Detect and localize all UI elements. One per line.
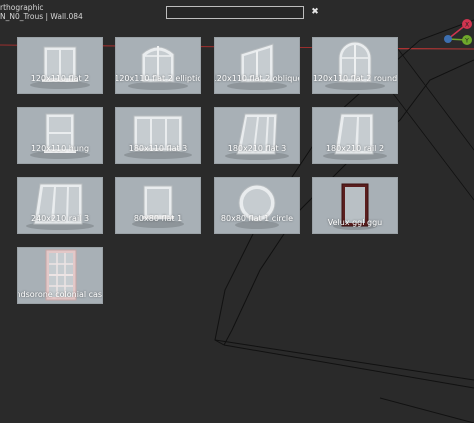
library-item-120x110-flat-2-oblique[interactable]: 120x110 flat 2 oblique	[214, 37, 300, 94]
search-field[interactable]	[166, 6, 306, 19]
library-item-label: 120x110 flat 2 elliptic	[115, 74, 201, 83]
3d-viewport[interactable]: rthographic N_N0_Trous | Wall.084 ✖ X Y …	[0, 0, 474, 423]
library-item-120x110-flat-2[interactable]: 120x110 flat 2	[17, 37, 103, 94]
library-item-180x210-flat-3[interactable]: 180x210 flat 3	[214, 107, 300, 164]
library-item-label: 120x110 hung	[30, 144, 90, 153]
library-item-80x80-flat-1[interactable]: 80x80 flat 1	[115, 177, 201, 234]
window-flat-2-oblique-icon	[227, 43, 287, 90]
library-item-label: 180x210 rail 2	[325, 144, 385, 153]
library-item-label: 120x110 flat 2	[30, 74, 90, 83]
library-item-label: 180x110 flat 3	[128, 144, 188, 153]
library-item-label: 80x80 flat 1 circle	[220, 214, 294, 223]
library-item-label: 120x110 flat 2 oblique	[214, 74, 300, 83]
library-item-label: 240x210 rail 3	[30, 214, 90, 223]
library-item-120x110-flat-2-round[interactable]: 120x110 flat 2 round	[312, 37, 398, 94]
library-item-label: 80x80 flat 1	[133, 214, 183, 223]
search-input[interactable]	[168, 7, 306, 18]
library-item-label: Windsorone colonial casing	[18, 290, 103, 299]
view-mode-label: rthographic	[0, 3, 44, 12]
window-hung-icon	[30, 113, 90, 159]
window-rail-2-icon	[323, 113, 387, 160]
library-item-label: 180x210 flat 3	[227, 144, 287, 153]
gizmo-x-label: X	[465, 22, 469, 29]
window-flat-2-icon	[30, 46, 90, 89]
window-flat-3-icon	[124, 115, 192, 159]
window-circle-icon	[235, 184, 279, 229]
window-flat-2-round-icon	[325, 41, 385, 90]
library-item-240x210-rail-3[interactable]: 240x210 rail 3	[17, 177, 103, 234]
library-item-windsorone-colonial-casing[interactable]: Windsorone colonial casing	[17, 247, 103, 304]
library-item-label: 120x110 flat 2 round	[312, 74, 398, 83]
gizmo-z-axis-icon	[444, 35, 452, 43]
library-item-180x110-flat-3[interactable]: 180x110 flat 3	[115, 107, 201, 164]
library-item-velux-ggl-ggu[interactable]: Velux ggl ggu	[312, 177, 398, 234]
library-item-120x110-hung[interactable]: 120x110 hung	[17, 107, 103, 164]
library-item-label: Velux ggl ggu	[327, 218, 383, 227]
clear-search-icon[interactable]: ✖	[311, 7, 319, 17]
library-item-180x210-rail-2[interactable]: 180x210 rail 2	[312, 107, 398, 164]
library-item-120x110-flat-2-elliptic[interactable]: 120x110 flat 2 elliptic	[115, 37, 201, 94]
window-flat-3-tall-icon	[225, 113, 289, 160]
gizmo-y-label: Y	[464, 38, 469, 45]
window-flat-2-elliptic-icon	[128, 46, 188, 90]
window-flat-1-icon	[132, 185, 184, 228]
library-item-80x80-flat-1-circle[interactable]: 80x80 flat 1 circle	[214, 177, 300, 234]
window-rail-3-icon	[26, 183, 94, 230]
navigation-gizmo[interactable]: X Y	[442, 15, 474, 49]
active-object-label: N_N0_Trous | Wall.084	[0, 12, 83, 21]
